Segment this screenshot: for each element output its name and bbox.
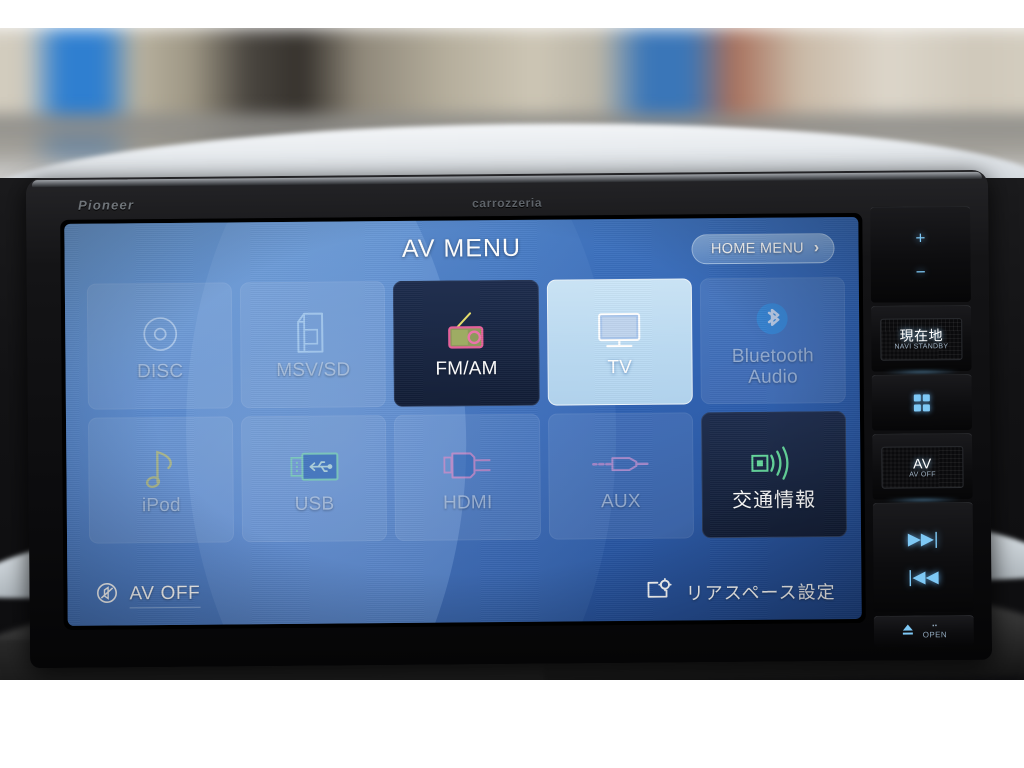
tile-label: AUX bbox=[600, 491, 641, 513]
hdmi-plug-icon bbox=[438, 440, 496, 491]
screenshot-root: Pioneer carrozzeria AV MENU HOME MENU › bbox=[0, 0, 1024, 768]
tile-label: DISC bbox=[136, 361, 184, 383]
tile-disc[interactable]: DISC bbox=[86, 282, 234, 410]
aux-plug-icon bbox=[589, 439, 651, 490]
tile-fm-am[interactable]: FM/AM bbox=[393, 279, 540, 408]
av-button-label: AV bbox=[913, 454, 932, 471]
tile-label: MSV/SD bbox=[276, 359, 351, 382]
music-note-icon bbox=[141, 443, 181, 493]
tile-hdmi[interactable]: HDMI bbox=[394, 413, 541, 541]
tile-label: TV bbox=[607, 357, 633, 379]
rear-space-settings-button[interactable]: リアスペース設定 bbox=[646, 576, 836, 607]
tile-aux[interactable]: AUX bbox=[547, 412, 694, 540]
tile-label: 交通情報 bbox=[732, 489, 817, 512]
av-source-grid: DISC MSV/SD FM/AM TV Bluetooth Audio iPo… bbox=[86, 277, 848, 544]
navi-button-display: 現在地 NAVI STANDBY bbox=[880, 317, 963, 361]
television-icon bbox=[592, 305, 646, 355]
lcd-screen[interactable]: AV MENU HOME MENU › DISC MSV/SD FM/AM TV… bbox=[64, 216, 862, 626]
av-button[interactable]: AV AV OFF bbox=[872, 432, 973, 502]
lcd-screen-bezel: AV MENU HOME MENU › DISC MSV/SD FM/AM TV… bbox=[60, 212, 866, 630]
av-button-display: AV AV OFF bbox=[881, 445, 964, 489]
tile-bluetooth-audio[interactable]: Bluetooth Audio bbox=[699, 277, 846, 405]
navi-button-label: 現在地 bbox=[899, 326, 944, 344]
tile-label: HDMI bbox=[442, 492, 493, 514]
av-off-button[interactable]: AV OFF bbox=[95, 581, 201, 610]
track-buttons[interactable]: ▶▶| |◀◀ bbox=[872, 501, 974, 613]
screen-header: AV MENU HOME MENU › bbox=[64, 229, 858, 276]
tile-traffic-info[interactable]: 交通情報 bbox=[700, 411, 848, 539]
home-menu-label: HOME MENU bbox=[710, 240, 804, 258]
sd-card-icon bbox=[293, 308, 333, 358]
navi-current-location-button[interactable]: 現在地 NAVI STANDBY bbox=[871, 304, 972, 374]
menu-grid-button[interactable] bbox=[871, 373, 973, 431]
disc-icon bbox=[138, 309, 182, 359]
eject-open-row: ▪▪ OPEN bbox=[901, 622, 947, 641]
eject-icon bbox=[901, 622, 915, 641]
bluetooth-icon bbox=[751, 293, 793, 343]
tile-msv-sd[interactable]: MSV/SD bbox=[239, 281, 387, 409]
broadcast-icon bbox=[745, 437, 803, 488]
letterbox-bottom bbox=[0, 680, 1024, 768]
next-track-button[interactable]: ▶▶| bbox=[908, 529, 939, 548]
volume-down-button[interactable]: − bbox=[916, 262, 926, 281]
mute-circle-slash-icon bbox=[95, 581, 118, 609]
tile-label: USB bbox=[294, 493, 335, 516]
tile-label: FM/AM bbox=[435, 358, 498, 380]
letterbox-top bbox=[0, 0, 1024, 28]
prev-track-button[interactable]: |◀◀ bbox=[908, 568, 939, 587]
car-head-unit: Pioneer carrozzeria AV MENU HOME MENU › bbox=[25, 169, 993, 669]
carrozzeria-logo: carrozzeria bbox=[472, 195, 543, 211]
tile-ipod[interactable]: iPod bbox=[87, 416, 235, 544]
tile-usb[interactable]: USB bbox=[241, 415, 388, 543]
screen-gear-icon bbox=[646, 577, 674, 607]
volume-buttons[interactable]: + − bbox=[870, 205, 971, 303]
tile-label: Bluetooth Audio bbox=[731, 345, 814, 388]
pioneer-logo: Pioneer bbox=[78, 197, 135, 213]
rear-space-label: リアスペース設定 bbox=[685, 581, 836, 603]
usb-icon bbox=[286, 442, 342, 492]
tile-tv[interactable]: TV bbox=[546, 278, 693, 406]
av-off-label: AV OFF bbox=[129, 582, 201, 608]
vehicle-interior-photo: Pioneer carrozzeria AV MENU HOME MENU › bbox=[0, 28, 1024, 680]
eject-open-button[interactable]: ▪▪ OPEN bbox=[873, 614, 974, 647]
navi-standby-label: NAVI STANDBY bbox=[894, 342, 949, 351]
page-title: AV MENU bbox=[401, 233, 522, 263]
chevron-right-icon: › bbox=[813, 239, 820, 257]
open-label: ▪▪ OPEN bbox=[922, 622, 948, 640]
menu-grid-icon bbox=[913, 394, 931, 412]
radio-icon bbox=[439, 306, 493, 356]
hardware-button-column: + − 現在地 NAVI STANDBY AV AV OFF ▶▶| |◀◀ ▪… bbox=[870, 205, 974, 647]
tile-label: iPod bbox=[141, 495, 181, 517]
av-off-sub-label: AV OFF bbox=[909, 470, 936, 479]
home-menu-button[interactable]: HOME MENU › bbox=[691, 233, 835, 265]
volume-up-button[interactable]: + bbox=[915, 229, 925, 248]
